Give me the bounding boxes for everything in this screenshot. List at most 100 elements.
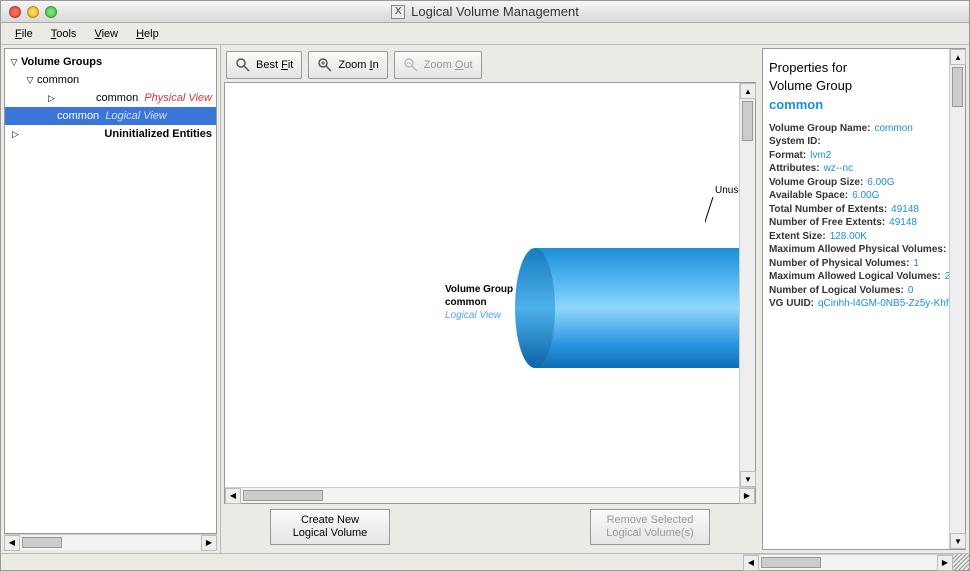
property-row: Number of Physical Volumes: 1	[769, 257, 943, 271]
canvas-scrollbar-vertical[interactable]: ▲ ▼	[739, 83, 755, 487]
props-heading: Properties for	[769, 59, 943, 77]
toolbar: Best Fit Zoom In Zoom Out	[224, 48, 756, 82]
property-value: qCinhh-l4GM-0NB5-Zz5y-Khfs-tXqd-h0	[818, 297, 949, 311]
window-title: Logical Volume Management	[411, 4, 579, 19]
tree-label: Uninitialized Entities	[104, 128, 212, 140]
property-value: lvm2	[810, 149, 831, 163]
scroll-thumb[interactable]	[952, 67, 963, 107]
scroll-thumb[interactable]	[742, 101, 753, 141]
property-row: Maximum Allowed Logical Volumes:256	[769, 270, 943, 284]
titlebar: X Logical Volume Management	[1, 1, 969, 23]
property-row: VG UUID:qCinhh-l4GM-0NB5-Zz5y-Khfs-tXqd-…	[769, 297, 943, 311]
resize-grip-icon[interactable]	[953, 554, 969, 570]
tree-scrollbar-horizontal[interactable]: ◀ ▶	[4, 534, 217, 550]
props-scrollbar-vertical[interactable]: ▲ ▼	[949, 49, 965, 549]
expand-icon[interactable]	[9, 57, 19, 68]
bottom-button-bar: Create NewLogical Volume Remove Selected…	[224, 504, 756, 550]
app-window: X Logical Volume Management File Tools V…	[0, 0, 970, 571]
remove-lv-button: Remove SelectedLogical Volume(s)	[590, 509, 710, 545]
magnifier-icon	[235, 57, 251, 73]
property-row: Extent Size: 128.00K	[769, 230, 943, 244]
property-key: Attributes:	[769, 162, 820, 176]
property-key: Number of Logical Volumes:	[769, 284, 904, 298]
property-row: Number of Free Extents:49148	[769, 216, 943, 230]
property-key: Format:	[769, 149, 806, 163]
property-key: Maximum Allowed Physical Volumes:	[769, 243, 946, 257]
scroll-thumb[interactable]	[761, 557, 821, 568]
property-row: Volume Group Size:6.00G	[769, 176, 943, 190]
property-value: 1	[913, 257, 919, 271]
property-key: System ID:	[769, 135, 821, 149]
property-row: Maximum Allowed Physical Volumes:256	[769, 243, 943, 257]
tree-uninitialized[interactable]: Uninitialized Entities	[5, 125, 216, 143]
tree-label: common	[96, 92, 138, 104]
scroll-up-icon[interactable]: ▲	[740, 83, 756, 99]
property-value: 128.00K	[830, 230, 867, 244]
scroll-down-icon[interactable]: ▼	[950, 533, 966, 549]
property-row: Total Number of Extents:49148	[769, 203, 943, 217]
best-fit-button[interactable]: Best Fit	[226, 51, 302, 79]
scroll-left-icon[interactable]: ◀	[225, 488, 241, 504]
menu-view[interactable]: View	[86, 26, 126, 42]
zoom-out-button: Zoom Out	[394, 51, 482, 79]
tree-suffix: Physical View	[144, 92, 212, 104]
property-row: Attributes:wz--nc	[769, 162, 943, 176]
tree-physical-view[interactable]: common Physical View	[5, 89, 216, 107]
menu-tools[interactable]: Tools	[43, 26, 85, 42]
close-window-button[interactable]	[9, 6, 21, 18]
expand-icon[interactable]	[9, 126, 102, 143]
menu-file[interactable]: File	[7, 26, 41, 42]
property-key: Available Space:	[769, 189, 848, 203]
volume-canvas[interactable]: Volume Group common Logical View Unused …	[225, 83, 739, 487]
zoom-out-icon	[403, 57, 419, 73]
menubar: File Tools View Help	[1, 23, 969, 45]
scroll-left-icon[interactable]: ◀	[743, 555, 759, 571]
tree-label: common	[57, 110, 99, 122]
left-panel: Volume Groups common common Physical Vie…	[1, 45, 221, 553]
zoom-window-button[interactable]	[45, 6, 57, 18]
tree-suffix: Logical View	[105, 110, 167, 122]
property-value: 6.00G	[852, 189, 879, 203]
property-key: Number of Physical Volumes:	[769, 257, 909, 271]
tree-label: common	[37, 74, 79, 86]
props-scrollbar-horizontal[interactable]: ◀ ▶	[743, 554, 953, 570]
window-controls	[1, 6, 57, 18]
create-lv-button[interactable]: Create NewLogical Volume	[270, 509, 390, 545]
x11-icon: X	[391, 5, 405, 19]
leader-line: Unused Space	[705, 183, 739, 253]
property-value: common	[875, 122, 913, 136]
property-value: 49148	[891, 203, 919, 217]
scroll-thumb[interactable]	[243, 490, 323, 501]
zoom-in-button[interactable]: Zoom In	[308, 51, 387, 79]
scroll-left-icon[interactable]: ◀	[4, 535, 20, 551]
tree-vg-common[interactable]: common	[5, 71, 216, 89]
tree-view[interactable]: Volume Groups common common Physical Vie…	[4, 48, 217, 534]
expand-icon[interactable]	[45, 90, 94, 107]
property-row: Volume Group Name: common	[769, 122, 943, 136]
property-key: Maximum Allowed Logical Volumes:	[769, 270, 941, 284]
center-panel: Best Fit Zoom In Zoom Out Volume G	[221, 45, 759, 553]
content-area: Volume Groups common common Physical Vie…	[1, 45, 969, 553]
scroll-thumb[interactable]	[22, 537, 62, 548]
canvas-scrollbar-horizontal[interactable]: ◀ ▶	[225, 487, 755, 503]
scroll-right-icon[interactable]: ▶	[201, 535, 217, 551]
expand-icon[interactable]	[25, 75, 35, 86]
tree-volume-groups[interactable]: Volume Groups	[5, 53, 216, 71]
scroll-right-icon[interactable]: ▶	[937, 555, 953, 571]
tree-label: Volume Groups	[21, 56, 102, 68]
property-key: VG UUID:	[769, 297, 814, 311]
menu-help[interactable]: Help	[128, 26, 167, 42]
volume-cylinder[interactable]	[515, 248, 739, 368]
property-row: System ID:	[769, 135, 943, 149]
scroll-right-icon[interactable]: ▶	[739, 488, 755, 504]
props-subheading: Volume Group	[769, 77, 943, 95]
property-key: Volume Group Name:	[769, 122, 871, 136]
property-key: Volume Group Size:	[769, 176, 863, 190]
scroll-down-icon[interactable]: ▼	[740, 471, 756, 487]
minimize-window-button[interactable]	[27, 6, 39, 18]
unused-space-label: Unused Space	[715, 185, 739, 196]
scroll-up-icon[interactable]: ▲	[950, 49, 966, 65]
tree-logical-view[interactable]: common Logical View	[5, 107, 216, 125]
canvas-vg-label: Volume Group common Logical View	[445, 283, 513, 322]
property-key: Extent Size:	[769, 230, 826, 244]
